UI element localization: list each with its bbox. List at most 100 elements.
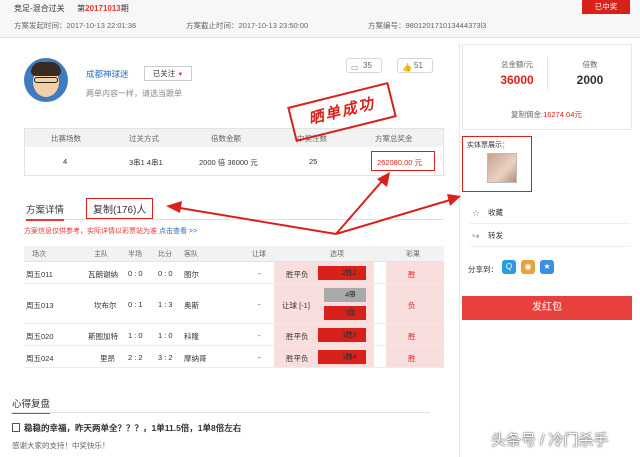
play-type: 让球 [-1]	[282, 301, 310, 310]
send-red-packet-button[interactable]: 发红包	[462, 296, 632, 320]
summary-header-amount: 倍数金额	[211, 134, 241, 143]
match-no: 周五024	[26, 354, 54, 363]
repost-button[interactable]: ↪ 转发	[470, 225, 630, 247]
home-team: 瓦朗谢纳	[88, 270, 118, 279]
pick-pill: 胜 2.12	[318, 266, 366, 280]
multiple-value: 2000	[576, 73, 604, 87]
username-link[interactable]: 成都神球迷	[86, 68, 129, 80]
col-home: 主队	[94, 251, 108, 258]
home-team: 坎布尔	[94, 301, 117, 310]
weibo-icon[interactable]: ◉	[521, 260, 535, 274]
play-type: 胜平负	[286, 332, 309, 341]
amount-divider	[547, 57, 548, 89]
summary-header-row: 比赛场数 过关方式 倍数金额 中奖注数 方案总奖金	[25, 129, 443, 147]
like-button[interactable]: 👍 51	[397, 58, 433, 73]
plan-sidebar: 总金额/元 36000 倍数 2000 复制佣金:16274.04元 实体票展示…	[459, 44, 632, 457]
ticket-thumbnail[interactable]	[487, 153, 517, 183]
handicap: -	[258, 300, 261, 309]
thumbs-up-icon: 👍	[402, 63, 412, 72]
avatar[interactable]	[24, 58, 68, 102]
match-result: 负	[408, 301, 416, 310]
pick-pill: 负 3.2	[324, 306, 366, 320]
summary-header-pass: 过关方式	[129, 134, 159, 143]
star-outline-icon: ☆	[472, 208, 481, 218]
half-score: 1 : 0	[128, 331, 143, 340]
table-row: 周五024 里昂 2 : 2 3 : 2 摩纳哥 - 胜平负 胜 1.94 胜	[24, 346, 444, 368]
share-arrow-icon: ↪	[472, 231, 480, 241]
ticket-showcase: 实体票展示：	[462, 136, 532, 192]
play-type: 胜平负	[286, 270, 309, 279]
summary-prize: 262080.00 元	[377, 158, 423, 167]
review-body: 感谢大家的支持！中奖快乐！	[12, 441, 110, 450]
col-handicap: 让球	[252, 251, 266, 258]
plan-summary-table: 比赛场数 过关方式 倍数金额 中奖注数 方案总奖金 4 3串1 4串1 2000…	[24, 128, 444, 176]
handicap: -	[258, 353, 261, 362]
match-table-header: 场次 主队 半场 比分 客队 让球 选项 彩果	[24, 246, 444, 262]
match-table: 场次 主队 半场 比分 客队 让球 选项 彩果 周五011 瓦朗谢纳 0 : 0…	[24, 246, 444, 368]
commission-value: 16274.04元	[543, 110, 582, 119]
full-score: 1 : 3	[158, 300, 173, 309]
pick-odds: 4.0	[345, 290, 356, 299]
document-icon	[12, 423, 20, 432]
summary-amount: 2000 倍 36000 元	[199, 158, 258, 167]
tab-plan-detail[interactable]: 方案详情	[26, 202, 65, 221]
summary-pass: 3串1 4串1	[129, 158, 163, 167]
half-score: 2 : 2	[128, 353, 143, 362]
col-options: 选项	[330, 251, 344, 258]
post-time: 方案发起时间：2017-10-13 22:01:36	[14, 21, 137, 30]
qzone-star-icon[interactable]: ★	[540, 260, 554, 274]
detail-tabs: 方案详情 复制(176)人	[24, 196, 444, 221]
close-time: 方案截止时间：2017-10-13 23:50:00	[186, 21, 309, 30]
away-team: 科隆	[184, 332, 199, 341]
repost-label: 转发	[488, 231, 503, 240]
match-no: 周五013	[26, 301, 54, 310]
review-headline-text: 稳稳的幸福，昨天两单全？？？，1单11.5倍，1单8倍左右	[24, 423, 242, 433]
commission-label: 复制佣金:	[511, 110, 544, 119]
table-row: 周五011 瓦朗谢纳 0 : 0 0 : 0 图尔 - 胜平负 胜 2.12 胜	[24, 262, 444, 284]
half-score: 0 : 1	[128, 300, 143, 309]
match-no: 周五011	[26, 270, 53, 279]
pick-odds: 3.2	[345, 308, 356, 317]
match-result: 胜	[408, 354, 416, 363]
pick-pill: 胜 1.73	[318, 328, 366, 342]
pick-odds: 2.12	[342, 268, 357, 277]
away-team: 奥斯	[184, 301, 199, 310]
issue-prefix: 第	[77, 4, 86, 13]
collect-label: 收藏	[488, 208, 503, 217]
tab-copy-count[interactable]: 复制(176)人	[86, 198, 154, 219]
col-away: 客队	[184, 251, 198, 258]
col-match-no: 场次	[32, 251, 46, 258]
issue-suffix: 期	[120, 4, 129, 13]
play-type: 胜平负	[286, 354, 309, 363]
match-result: 胜	[408, 270, 416, 279]
issue-number: 20171013	[85, 4, 121, 13]
review-divider	[10, 412, 430, 413]
copy-commission: 复制佣金:16274.04元	[511, 109, 582, 120]
qq-icon[interactable]: Q	[502, 260, 516, 274]
plan-number: 方案编号：980120171013444373l3	[368, 21, 487, 30]
match-no: 周五020	[26, 332, 54, 341]
handicap: -	[258, 269, 261, 278]
notice-text: 方案信息仅供参考，实际详情以彩票站为准	[24, 228, 157, 235]
total-amount-label: 总金额/元	[500, 60, 534, 69]
pick-pill: 平 4.0	[324, 288, 366, 302]
chevron-down-icon: ▼	[177, 72, 184, 78]
match-result: 胜	[408, 332, 416, 341]
lottery-type: 竞足-混合过关	[14, 4, 65, 13]
pick-odds: 1.94	[342, 352, 357, 361]
notice-link[interactable]: 点击查看 >>	[159, 228, 197, 235]
watermark: 头条号 / 冷门杀手	[491, 432, 609, 449]
follow-button[interactable]: 已关注 ▼	[144, 66, 192, 81]
follow-label: 已关注	[152, 69, 176, 78]
summary-header-prize: 方案总奖金	[375, 134, 413, 143]
col-half: 半场	[128, 251, 142, 258]
away-team: 图尔	[184, 270, 199, 279]
away-team: 摩纳哥	[184, 354, 207, 363]
pick-odds: 1.73	[342, 330, 357, 339]
avatar-hair	[31, 62, 61, 76]
summary-winning-bets: 25	[309, 157, 318, 166]
multiple-label: 倍数	[582, 60, 598, 69]
collect-button[interactable]: ☆ 收藏	[470, 202, 630, 224]
table-row: 周五013 坎布尔 0 : 1 1 : 3 奥斯 - 让球 [-1] 平 4.0…	[24, 284, 444, 324]
comment-button[interactable]: ▭ 35	[346, 58, 382, 73]
